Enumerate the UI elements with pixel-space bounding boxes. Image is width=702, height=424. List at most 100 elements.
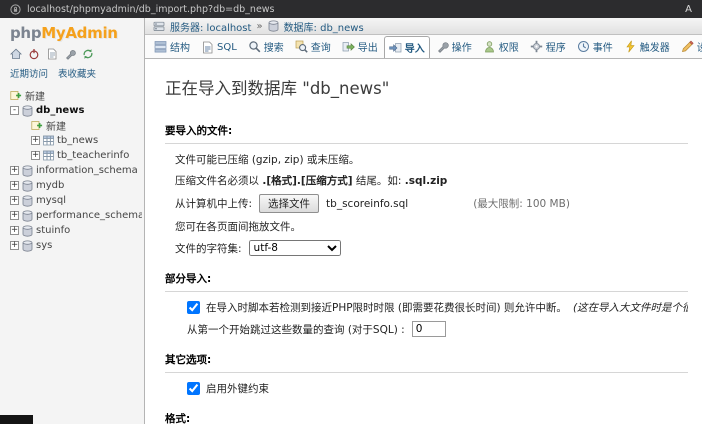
app-window: phpMyAdmin 近期访问 表收藏夹 新建 - db_news 新建 + t… [0, 18, 702, 424]
section-file-to-import: 要导入的文件: 文件可能已压缩 (gzip, zip) 或未压缩。 压缩文件名必… [165, 123, 688, 256]
query-icon [295, 40, 308, 53]
logout-icon[interactable] [28, 48, 40, 60]
import-icon [389, 41, 402, 54]
interrupt-option-row: 在导入时脚本若检测到接近PHP限时时限 (即需要花费很长时间) 则允许中断。 (… [187, 300, 688, 315]
recent-tables-tab[interactable]: 近期访问 [10, 66, 48, 80]
tab-designer[interactable]: 设计器 [676, 35, 702, 58]
foreign-key-label: 启用外键约束 [206, 383, 269, 395]
navigation-panel: phpMyAdmin 近期访问 表收藏夹 新建 - db_news 新建 + t… [0, 18, 145, 424]
expand-expander-icon[interactable]: + [31, 136, 40, 145]
tab-export[interactable]: 导出 [337, 35, 383, 58]
database-icon [268, 20, 279, 32]
allow-interrupt-checkbox[interactable] [187, 301, 200, 314]
tree-item-information-schema[interactable]: + information_schema [4, 163, 142, 178]
section-heading-partial: 部分导入: [165, 271, 688, 292]
expand-expander-icon[interactable]: + [10, 181, 19, 190]
home-icon[interactable] [10, 48, 22, 60]
tab-structure[interactable]: 结构 [149, 35, 195, 58]
docs-icon[interactable] [46, 48, 58, 60]
tree-item-tb-news[interactable]: + tb_news [4, 133, 142, 148]
tab-import[interactable]: 导入 [383, 36, 430, 58]
expand-expander-icon[interactable]: + [10, 166, 19, 175]
tab-label: 搜索 [263, 43, 284, 54]
tree-item-new-table[interactable]: 新建 [4, 118, 142, 133]
operations-wrench-icon [436, 40, 449, 53]
foreign-key-row: 启用外键约束 [187, 381, 688, 396]
foreign-key-checkbox[interactable] [187, 382, 200, 395]
database-icon [22, 164, 33, 177]
chosen-file-name: tb_scoreinfo.sql [326, 197, 409, 210]
collapse-expander-icon[interactable]: - [10, 106, 19, 115]
tree-item-db-news[interactable]: - db_news [4, 103, 142, 118]
section-heading-other: 其它选项: [165, 352, 688, 373]
database-tree: 新建 - db_news 新建 + tb_news + tb_teacherin… [0, 86, 144, 253]
new-table-icon [31, 120, 43, 131]
section-format: 格式: SQL [165, 411, 688, 424]
console-bar[interactable] [0, 415, 33, 424]
tree-item-stuinfo[interactable]: + stuinfo [4, 223, 142, 238]
database-icon [22, 194, 33, 207]
tab-query[interactable]: 查询 [290, 35, 336, 58]
tab-label: 结构 [170, 43, 190, 54]
tree-item-label: mydb [36, 180, 65, 191]
breadcrumb-database-link[interactable]: 数据库: db_news [284, 19, 364, 34]
expand-expander-icon[interactable]: + [31, 151, 40, 160]
skip-queries-label: 从第一个开始跳过这些数量的查询 (对于SQL) : [187, 323, 405, 336]
tab-label: 查询 [310, 43, 331, 54]
tab-sql[interactable]: SQL [196, 37, 242, 58]
main-panel: 服务器: localhost » 数据库: db_news 结构 SQL 搜索 … [145, 18, 702, 424]
refresh-icon[interactable] [82, 48, 94, 60]
tab-label: SQL [217, 42, 237, 53]
tree-item-label: information_schema [36, 165, 138, 176]
expand-expander-icon[interactable]: + [10, 226, 19, 235]
tab-routines[interactable]: 程序 [525, 35, 571, 58]
triggers-lightning-icon [624, 40, 637, 53]
database-icon [22, 224, 33, 237]
tree-item-tb-teacherinfo[interactable]: + tb_teacherinfo [4, 148, 142, 163]
tree-item-sys[interactable]: + sys [4, 238, 142, 253]
tab-label: 权限 [498, 43, 519, 54]
tree-item-label: performance_schema [36, 210, 142, 221]
section-heading-format: 格式: [165, 411, 688, 424]
tree-item-mysql[interactable]: + mysql [4, 193, 142, 208]
tab-label: 程序 [545, 43, 566, 54]
site-info-lock-icon[interactable] [10, 3, 21, 15]
interrupt-label: 在导入时脚本若检测到接近PHP限时时限 (即需要花费很长时间) 则允许中断。 [206, 302, 567, 314]
tree-item-mydb[interactable]: + mydb [4, 178, 142, 193]
navigation-quick-tabs: 近期访问 表收藏夹 [0, 65, 144, 86]
breadcrumb-server-link[interactable]: 服务器: localhost [170, 19, 251, 34]
charset-label: 文件的字符集: [175, 242, 242, 255]
choose-file-button[interactable]: 选择文件 [259, 194, 320, 213]
expand-expander-icon[interactable]: + [10, 196, 19, 205]
sql-icon [201, 41, 214, 54]
interrupt-note: (这在导入大文件时是个很好的方法, 不过这会中断事务) [572, 302, 688, 314]
database-icon [22, 209, 33, 222]
tab-search[interactable]: 搜索 [243, 35, 289, 58]
tab-triggers[interactable]: 触发器 [619, 35, 675, 58]
database-icon [22, 179, 33, 192]
address-bar-url[interactable]: localhost/phpmyadmin/db_import.php?db=db… [27, 4, 275, 15]
expand-expander-icon[interactable]: + [10, 211, 19, 220]
expand-expander-icon[interactable]: + [10, 241, 19, 250]
tree-item-label: sys [36, 240, 53, 251]
charset-select[interactable]: utf-8 [248, 240, 341, 256]
tab-label: 导出 [357, 43, 378, 54]
phpmyadmin-logo[interactable]: phpMyAdmin [0, 18, 144, 44]
favorite-tables-tab[interactable]: 表收藏夹 [58, 66, 96, 80]
tree-item-label: db_news [36, 105, 85, 116]
tab-operations[interactable]: 操作 [431, 35, 477, 58]
filename-hint: 压缩文件名必须以 .[格式].[压缩方式] 结尾。如: .sql.zip [175, 175, 448, 187]
server-icon [153, 21, 165, 32]
routines-gear-icon [530, 40, 543, 53]
upload-label: 从计算机中上传: [175, 198, 253, 210]
tree-item-performance-schema[interactable]: + performance_schema [4, 208, 142, 223]
tab-privileges[interactable]: 权限 [478, 35, 524, 58]
tab-label: 设计器 [697, 39, 702, 54]
browser-profile-button[interactable]: A [685, 4, 692, 15]
skip-queries-input[interactable] [411, 321, 446, 337]
tab-events[interactable]: 事件 [572, 35, 618, 58]
database-icon [22, 104, 33, 117]
settings-wrench-icon[interactable] [64, 48, 76, 60]
breadcrumb-separator: » [256, 20, 263, 32]
tree-item-new-database[interactable]: 新建 [4, 88, 142, 103]
